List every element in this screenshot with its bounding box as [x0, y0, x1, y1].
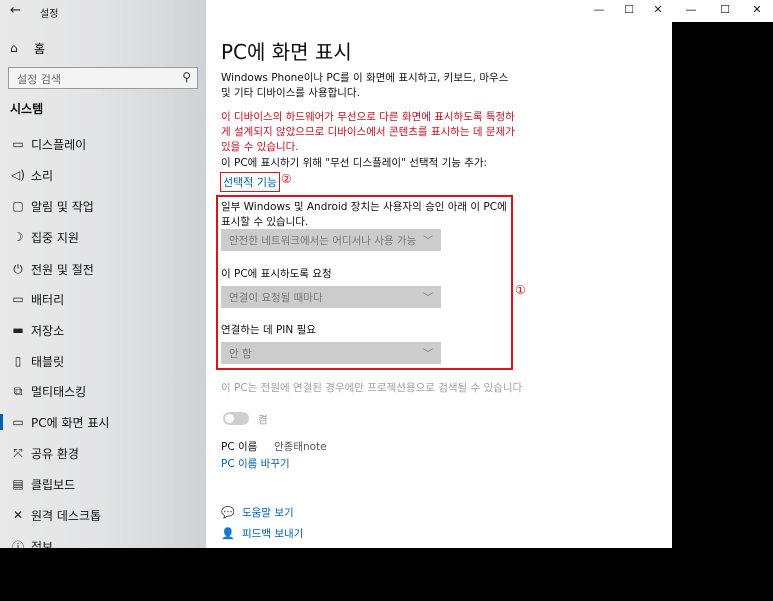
optional-features-link[interactable]: 선택적 기능	[220, 172, 281, 192]
multitasking-icon: ⧉	[13, 383, 23, 398]
sidebar-item-label: 디스플레이	[31, 137, 87, 152]
rename-pc-link[interactable]: PC 이름 바꾸기	[221, 456, 290, 471]
sidebar-titlebar: ← 설정	[0, 0, 206, 24]
annotation-marker-2: ②	[281, 172, 292, 186]
settings-window: ← 설정 ⌂ 홈 설정 검색 ⚲ 시스템 ▭ 디스플레이 ◁) 소리 ▢ 알림 …	[0, 0, 672, 548]
background-minimize-button[interactable]: —	[676, 3, 706, 16]
pin-value: 안 함	[229, 348, 252, 360]
pin-label: 연결하는 데 PIN 필요	[221, 324, 316, 336]
sidebar: ← 설정 ⌂ 홈 설정 검색 ⚲ 시스템 ▭ 디스플레이 ◁) 소리 ▢ 알림 …	[0, 0, 206, 548]
availability-value: 안전한 네트워크에서는 어디서나 사용 가능	[229, 235, 417, 247]
sidebar-item-multitasking[interactable]: ⧉ 멀티태스킹	[0, 378, 206, 404]
sidebar-item-label: 공유 환경	[31, 446, 79, 461]
help-row[interactable]: 💬 도움말 보기	[221, 504, 294, 520]
sound-icon: ◁)	[11, 168, 25, 182]
focus-assist-icon: ☽	[12, 230, 24, 244]
pc-name-value: 안종태note	[274, 441, 327, 453]
sidebar-item-label: 정보	[31, 539, 54, 549]
help-link[interactable]: 도움말 보기	[242, 505, 294, 520]
sidebar-item-label: 소리	[31, 168, 54, 183]
request-label: 이 PC에 표시하도록 요청	[221, 268, 332, 280]
sidebar-item-notifications[interactable]: ▢ 알림 및 작업	[0, 193, 206, 219]
project-icon: ▭	[12, 415, 24, 429]
sidebar-item-label: 원격 데스크톱	[31, 508, 102, 523]
sidebar-item-focus-assist[interactable]: ☽ 집중 지원	[0, 224, 206, 250]
sidebar-item-sound[interactable]: ◁) 소리	[0, 162, 206, 188]
close-button[interactable]: ✕	[643, 3, 672, 16]
sidebar-item-remote-desktop[interactable]: ✕ 원격 데스크톱	[0, 502, 206, 528]
add-feature-text: 이 PC에 표시하기 위해 "무선 디스플레이" 선택적 기능 추가:	[221, 157, 488, 169]
background-window-titlebar: — ☐ ✕	[672, 0, 773, 22]
notification-icon: ▢	[12, 199, 24, 213]
toggle-label: 켬	[258, 414, 268, 426]
sidebar-item-info[interactable]: ⓘ 정보	[0, 533, 206, 549]
info-icon: ⓘ	[11, 539, 24, 549]
chevron-down-icon: ﹀	[423, 236, 433, 247]
chevron-down-icon: ﹀	[423, 349, 433, 360]
feedback-icon: 👤	[221, 526, 235, 540]
hardware-warning: 이 디바이스의 하드웨어가 무선으로 다른 화면에 표시하도록 특정하게 설계되…	[221, 111, 515, 153]
search-input[interactable]: 설정 검색 ⚲	[8, 67, 198, 89]
home-nav-item[interactable]: ⌂ 홈	[10, 40, 45, 56]
page-title: PC에 화면 표시	[221, 40, 352, 64]
app-title: 설정	[40, 9, 59, 20]
clipboard-icon: ▤	[12, 477, 24, 491]
main-content: — ☐ ✕ PC에 화면 표시 Windows Phone이나 PC를 이 화면…	[206, 0, 672, 548]
back-arrow-icon[interactable]: ←	[10, 3, 21, 18]
tablet-icon: ▯	[14, 354, 22, 368]
maximize-button[interactable]: ☐	[614, 3, 644, 16]
minimize-button[interactable]: —	[584, 3, 614, 16]
battery-icon: ▭	[12, 292, 24, 306]
remote-desktop-icon: ✕	[12, 508, 24, 522]
sidebar-item-label: PC에 화면 표시	[31, 415, 110, 430]
chevron-down-icon: ﹀	[423, 293, 433, 304]
availability-dropdown[interactable]: 안전한 네트워크에서는 어디서나 사용 가능 ﹀	[221, 229, 441, 251]
pc-name-label: PC 이름	[221, 441, 258, 453]
sidebar-item-power[interactable]: ⏻ 전원 및 절전	[0, 256, 206, 282]
home-label: 홈	[34, 41, 46, 56]
background-maximize-button[interactable]: ☐	[710, 3, 740, 16]
sidebar-item-battery[interactable]: ▭ 배터리	[0, 286, 206, 312]
toggle-knob	[225, 414, 234, 423]
description-text: Windows Phone이나 PC를 이 화면에 표시하고, 키보드, 마우스…	[221, 72, 509, 99]
shared-experiences-icon: ⤧	[13, 445, 23, 460]
availability-label: 일부 Windows 및 Android 장치는 사용자의 승인 아래 이 PC…	[221, 201, 507, 228]
power-only-toggle[interactable]	[223, 412, 249, 425]
sidebar-item-display[interactable]: ▭ 디스플레이	[0, 131, 206, 157]
section-title: 시스템	[10, 102, 44, 116]
search-icon[interactable]: ⚲	[182, 70, 191, 84]
request-dropdown[interactable]: 연결이 요청될 때마다 ﹀	[221, 286, 441, 308]
sidebar-item-clipboard[interactable]: ▤ 클립보드	[0, 471, 206, 497]
search-placeholder: 설정 검색	[17, 73, 61, 86]
request-value: 연결이 요청될 때마다	[229, 292, 323, 304]
sidebar-item-label: 배터리	[31, 292, 65, 307]
sidebar-item-label: 전원 및 절전	[31, 262, 94, 277]
home-icon: ⌂	[10, 41, 18, 55]
sidebar-item-tablet[interactable]: ▯ 태블릿	[0, 348, 206, 374]
sidebar-item-label: 멀티태스킹	[31, 384, 87, 399]
storage-icon: ▬	[12, 323, 24, 337]
feedback-row[interactable]: 👤 피드백 보내기	[221, 525, 303, 541]
sidebar-item-label: 클립보드	[31, 477, 76, 492]
sidebar-item-label: 태블릿	[31, 354, 65, 369]
display-icon: ▭	[12, 137, 24, 151]
sidebar-item-label: 집중 지원	[31, 230, 79, 245]
power-note: 이 PC는 전원에 연결된 경우에만 프로젝션용으로 검색될 수 있습니다	[221, 382, 523, 394]
feedback-link[interactable]: 피드백 보내기	[242, 526, 303, 541]
annotation-marker-1: ①	[515, 283, 526, 297]
sidebar-item-shared-experiences[interactable]: ⤧ 공유 환경	[0, 440, 206, 466]
pin-dropdown[interactable]: 안 함 ﹀	[221, 342, 441, 364]
sidebar-item-label: 저장소	[31, 323, 65, 338]
power-icon: ⏻	[13, 261, 23, 276]
sidebar-item-project[interactable]: ▭ PC에 화면 표시	[0, 409, 206, 435]
help-icon: 💬	[221, 505, 235, 519]
sidebar-item-label: 알림 및 작업	[31, 199, 94, 214]
background-close-button[interactable]: ✕	[742, 3, 772, 16]
sidebar-item-storage[interactable]: ▬ 저장소	[0, 317, 206, 343]
